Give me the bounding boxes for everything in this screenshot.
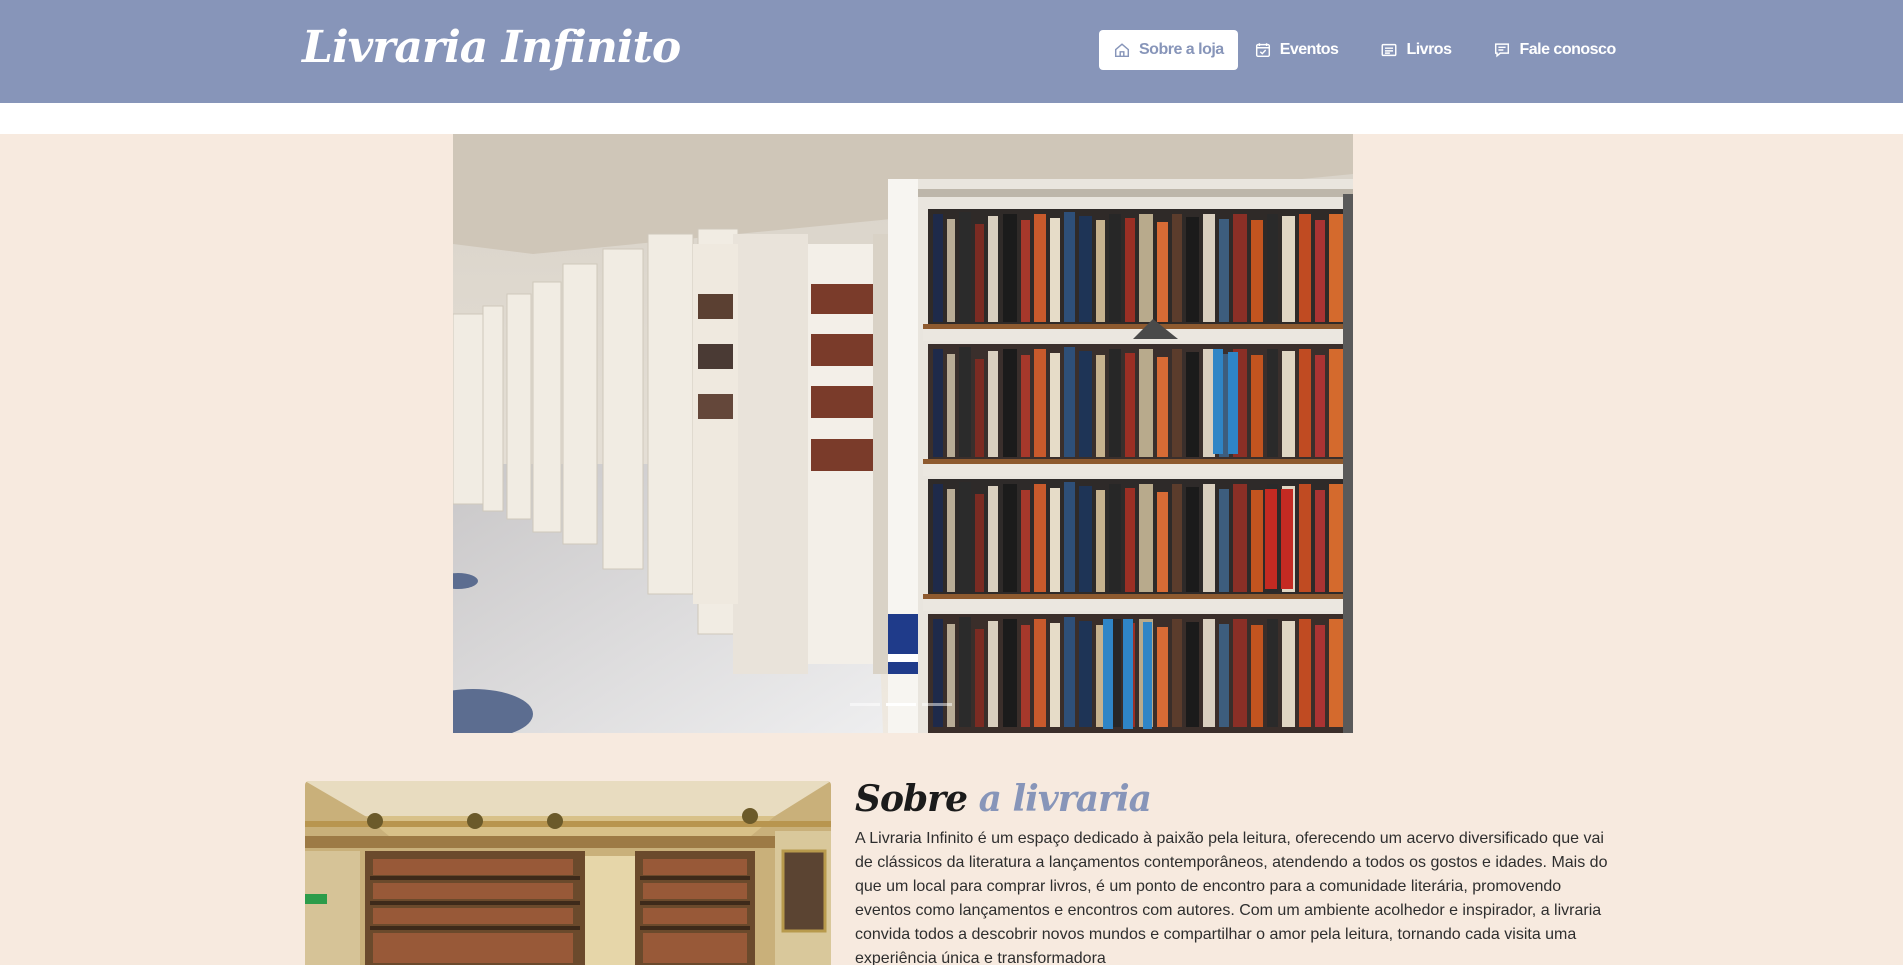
- carousel-indicators: [850, 703, 952, 706]
- chat-icon: [1495, 43, 1510, 58]
- main-nav: Sobre a loja Eventos Livros Fale conosco: [1099, 30, 1630, 70]
- nav-item-label: Fale conosco: [1519, 41, 1616, 58]
- nav-item-label: Sobre a loja: [1139, 41, 1224, 58]
- about-description: A Livraria Infinito é um espaço dedicado…: [855, 830, 1608, 965]
- carousel-indicator-2[interactable]: [886, 703, 916, 706]
- nav-item-label: Livros: [1406, 41, 1452, 58]
- library-shelves-image: [453, 134, 1353, 733]
- hero-carousel[interactable]: [453, 134, 1353, 733]
- about-title: Sobre a livraria: [855, 778, 1152, 820]
- nav-item-sobre-a-loja[interactable]: Sobre a loja: [1099, 30, 1238, 70]
- header-spacer: [0, 103, 1903, 134]
- site-header: Livraria Infinito Sobre a loja Eventos L…: [0, 0, 1903, 103]
- about-title-part2: a livraria: [978, 778, 1152, 820]
- nav-item-fale-conosco[interactable]: Fale conosco: [1479, 30, 1629, 70]
- brand-logo[interactable]: Livraria Infinito: [302, 22, 681, 73]
- nav-item-livros[interactable]: Livros: [1366, 30, 1465, 70]
- nav-item-eventos[interactable]: Eventos: [1240, 30, 1353, 70]
- carousel-indicator-3[interactable]: [922, 703, 952, 706]
- nav-item-label: Eventos: [1279, 41, 1339, 58]
- calendar-check-icon: [1255, 43, 1270, 58]
- home-icon: [1114, 43, 1130, 58]
- about-title-part1: Sobre: [855, 778, 968, 820]
- library-interior-image: [305, 781, 831, 965]
- list-icon: [1381, 43, 1397, 57]
- carousel-indicator-1[interactable]: [850, 703, 880, 706]
